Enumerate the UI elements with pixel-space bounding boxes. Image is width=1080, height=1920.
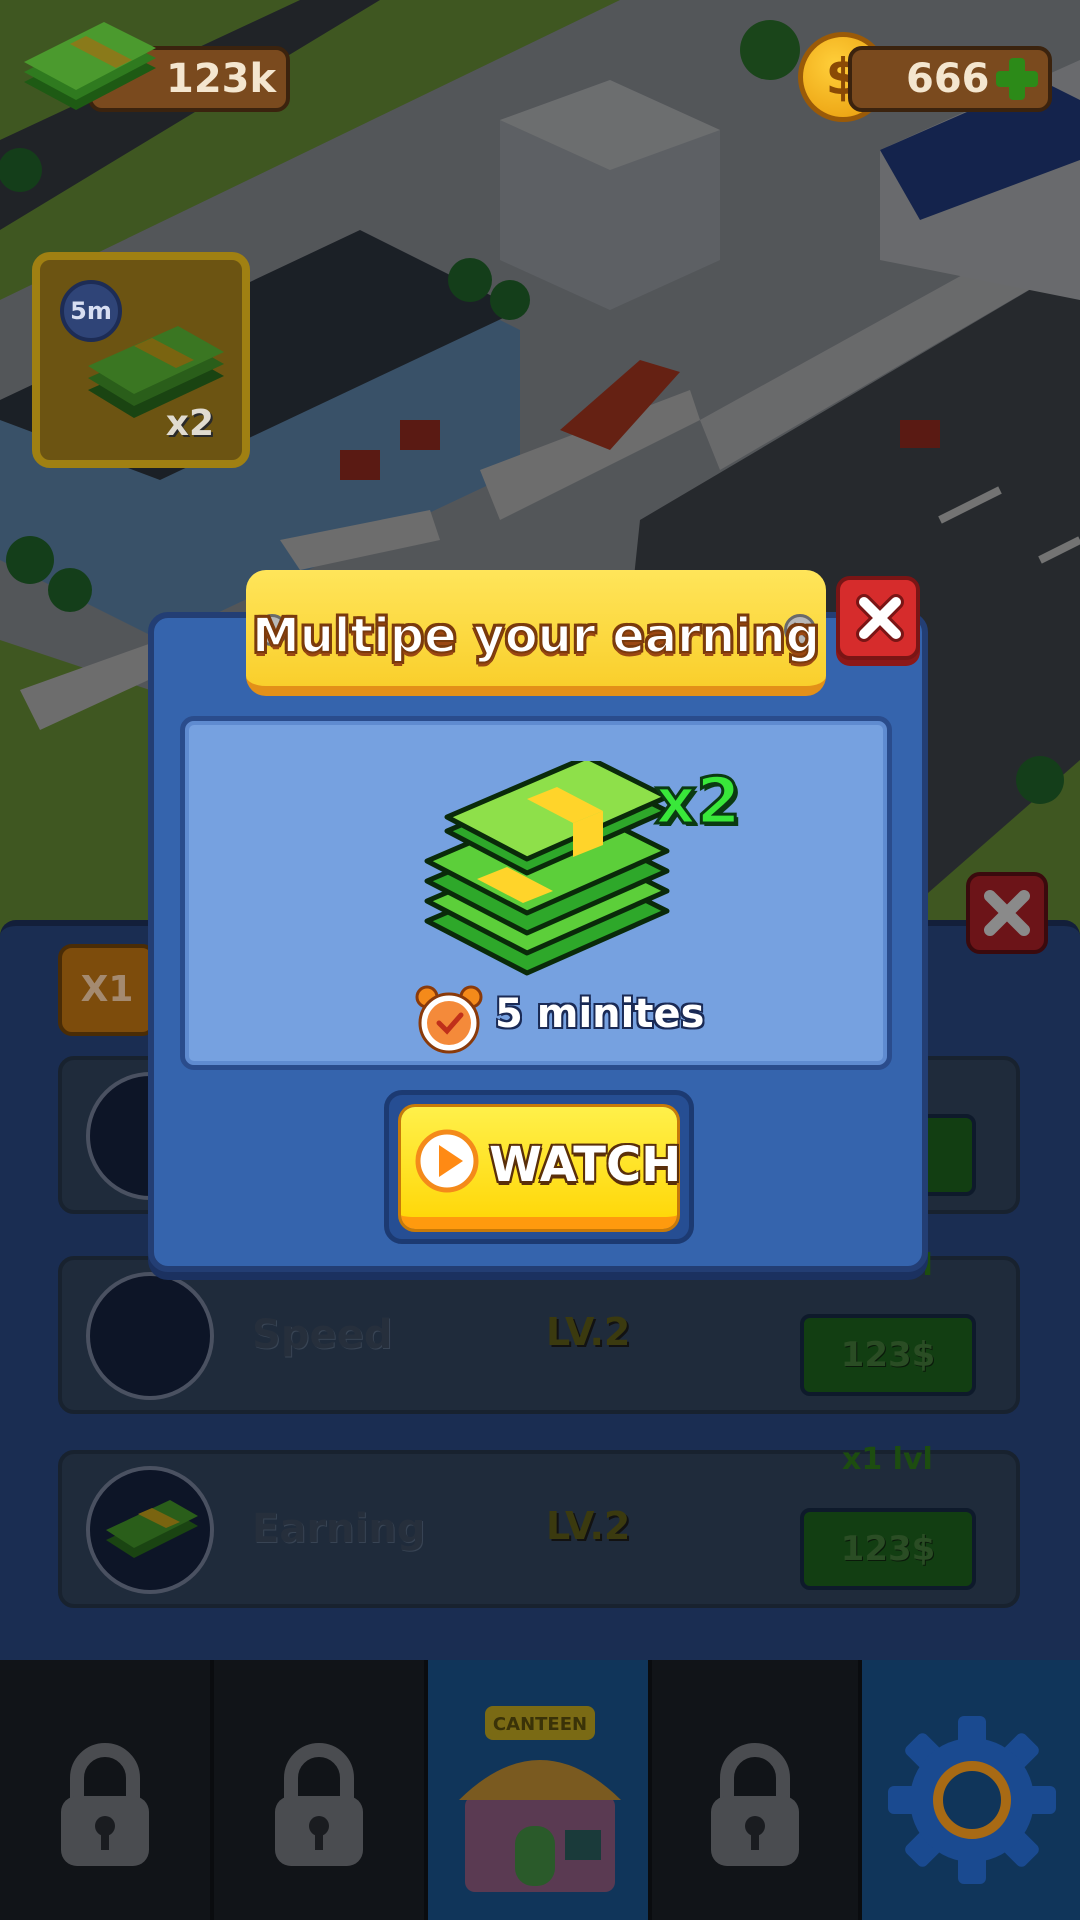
cash-stack-icon xyxy=(424,761,670,976)
cash-stack-icon xyxy=(106,1500,198,1558)
modal-close-button[interactable] xyxy=(836,576,920,660)
upgrade-name: Earning xyxy=(252,1506,426,1552)
settings-gear-icon xyxy=(888,1716,1056,1884)
alarm-clock-icon xyxy=(415,985,483,1054)
cash-amount: 123k xyxy=(166,56,277,102)
nav-tab-canteen[interactable]: CANTEEN xyxy=(428,1660,652,1920)
upgrade-buy-button[interactable]: 123$ xyxy=(800,1314,976,1396)
watch-button-frame: WATCH xyxy=(384,1090,694,1244)
reward-multiplier: x2 xyxy=(654,764,743,841)
upgrade-row-earning: Earning LV.2 x1 lvl 123$ xyxy=(58,1442,1020,1608)
upgrade-buy-button[interactable]: 123$ xyxy=(800,1508,976,1590)
upgrade-name: Speed xyxy=(252,1312,393,1358)
nav-tab-locked-2[interactable] xyxy=(214,1660,428,1920)
boost-timer-badge: 5m xyxy=(60,280,122,342)
lock-icon xyxy=(711,1743,799,1866)
upgrade-row-speed: Speed LV.2 x1 lvl 123$ xyxy=(58,1248,1020,1414)
cash-stack-icon xyxy=(24,22,156,110)
coin-amount: 666 xyxy=(906,56,990,102)
boost-multiplier: x2 xyxy=(165,403,214,444)
reward-preview: x2 5 minites xyxy=(180,716,892,1070)
upgrade-level: LV.2 xyxy=(546,1310,631,1354)
upgrade-level: LV.2 xyxy=(546,1504,631,1548)
canteen-shop-icon: CANTEEN xyxy=(459,1706,621,1892)
watch-label: WATCH xyxy=(489,1137,682,1193)
plus-icon[interactable] xyxy=(992,54,1042,104)
speed-icon-slot xyxy=(86,1272,214,1400)
earning-boost-card[interactable]: 5m x2 xyxy=(32,252,250,468)
modal-title-banner: Multipe your earning xyxy=(246,570,826,696)
nav-tab-locked-1[interactable] xyxy=(0,1660,214,1920)
upgrade-increment: x1 lvl xyxy=(842,1442,933,1477)
watch-ad-button[interactable]: WATCH xyxy=(401,1107,681,1229)
modal-title: Multipe your earning xyxy=(251,607,821,665)
lock-icon xyxy=(61,1743,149,1866)
nav-tab-locked-3[interactable] xyxy=(652,1660,862,1920)
multiplier-toggle-button[interactable]: X1 xyxy=(58,944,156,1036)
close-icon xyxy=(984,890,1030,936)
nav-tab-settings[interactable] xyxy=(862,1660,1080,1920)
lock-icon xyxy=(275,1743,363,1866)
panel-close-button[interactable] xyxy=(966,872,1048,954)
coin-counter: 666 xyxy=(848,46,1052,112)
earning-icon-slot xyxy=(86,1466,214,1594)
reward-duration: 5 minites xyxy=(495,991,705,1037)
bottom-nav: CANTEEN xyxy=(0,1660,1080,1920)
close-icon xyxy=(856,594,904,642)
canteen-sign: CANTEEN xyxy=(493,1714,587,1735)
play-icon xyxy=(415,1129,479,1193)
